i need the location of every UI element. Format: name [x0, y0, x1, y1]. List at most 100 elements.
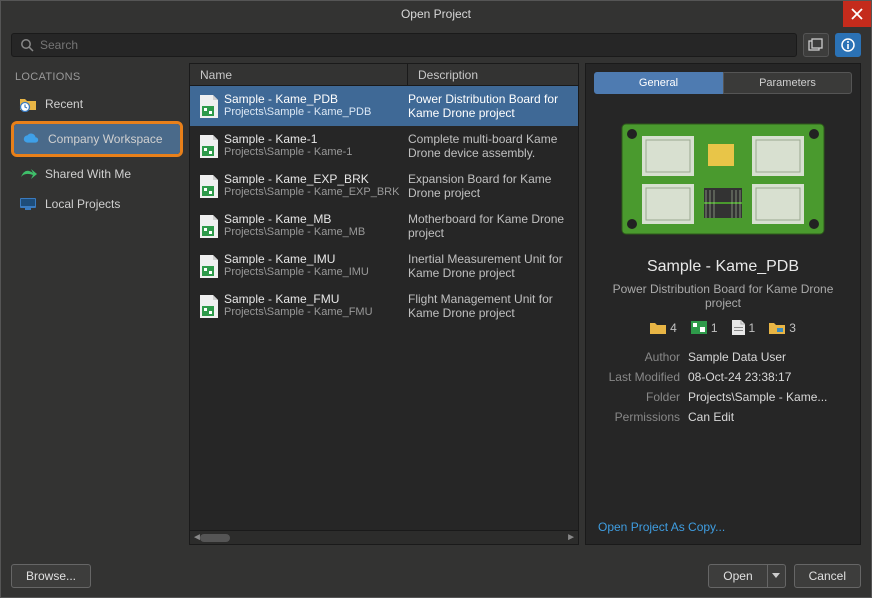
project-name-cell: Sample - Kame_PDBProjects\Sample - Kame_…	[224, 92, 408, 118]
location-label: Local Projects	[45, 197, 120, 211]
project-file-icon	[194, 92, 224, 120]
detail-title: Sample - Kame_PDB	[586, 258, 860, 276]
open-button-group: Open	[708, 564, 785, 588]
project-name-cell: Sample - Kame_MBProjects\Sample - Kame_M…	[224, 212, 408, 238]
location-local-projects[interactable]: Local Projects	[11, 189, 183, 219]
project-name: Sample - Kame-1	[224, 132, 400, 146]
meta-row: PermissionsCan Edit	[598, 407, 848, 427]
browse-button[interactable]: Browse...	[11, 564, 91, 588]
project-row[interactable]: Sample - Kame_MBProjects\Sample - Kame_M…	[190, 206, 578, 246]
location-shared-with-me[interactable]: Shared With Me	[11, 159, 183, 189]
meta-key: Last Modified	[598, 370, 688, 384]
open-dropdown-button[interactable]	[768, 564, 786, 588]
open-project-as-copy-link[interactable]: Open Project As Copy...	[598, 520, 725, 534]
open-as-copy-row: Open Project As Copy...	[586, 510, 860, 544]
close-icon	[851, 8, 863, 20]
project-list-panel: Name Description Sample - Kame_PDBProjec…	[189, 63, 579, 545]
search-box[interactable]	[11, 33, 797, 57]
stat-folder: 4	[650, 320, 677, 335]
tab-general[interactable]: General	[594, 72, 723, 94]
list-body: Sample - Kame_PDBProjects\Sample - Kame_…	[190, 86, 578, 530]
meta-value: Sample Data User	[688, 350, 848, 364]
project-row[interactable]: Sample - Kame_FMUProjects\Sample - Kame_…	[190, 286, 578, 326]
stat-pcb: 1	[691, 320, 718, 335]
location-label: Recent	[45, 97, 83, 111]
meta-row: AuthorSample Data User	[598, 347, 848, 367]
project-description: Power Distribution Board for Kame Drone …	[408, 92, 574, 120]
column-description[interactable]: Description	[408, 64, 578, 85]
project-name: Sample - Kame_MB	[224, 212, 400, 226]
project-description: Motherboard for Kame Drone project	[408, 212, 574, 240]
project-description: Expansion Board for Kame Drone project	[408, 172, 574, 200]
search-icon	[20, 38, 34, 52]
project-description: Complete multi-board Kame Drone device a…	[408, 132, 574, 160]
dialog-footer: Browse... Open Cancel	[1, 555, 871, 597]
project-name: Sample - Kame_IMU	[224, 252, 400, 266]
detail-meta: AuthorSample Data UserLast Modified08-Oc…	[586, 347, 860, 427]
monitor-icon	[19, 197, 37, 211]
meta-row: Last Modified08-Oct-24 23:38:17	[598, 367, 848, 387]
project-name-cell: Sample - Kame_EXP_BRKProjects\Sample - K…	[224, 172, 408, 198]
info-button[interactable]	[835, 33, 861, 57]
project-path: Projects\Sample - Kame_EXP_BRK	[224, 186, 400, 198]
project-path: Projects\Sample - Kame_FMU	[224, 306, 400, 318]
project-name: Sample - Kame_PDB	[224, 92, 400, 106]
meta-key: Folder	[598, 390, 688, 404]
project-name: Sample - Kame_FMU	[224, 292, 400, 306]
close-button[interactable]	[843, 1, 871, 27]
project-row[interactable]: Sample - Kame_EXP_BRKProjects\Sample - K…	[190, 166, 578, 206]
project-path: Projects\Sample - Kame_PDB	[224, 106, 400, 118]
stat-layers: 3	[769, 320, 796, 335]
location-recent[interactable]: Recent	[11, 89, 183, 119]
tab-parameters[interactable]: Parameters	[723, 72, 852, 94]
horizontal-scrollbar[interactable]: ◄ ►	[190, 530, 578, 544]
stat-doc: 1	[732, 320, 756, 335]
project-row[interactable]: Sample - Kame-1Projects\Sample - Kame-1C…	[190, 126, 578, 166]
search-input[interactable]	[40, 38, 788, 52]
project-file-icon	[194, 292, 224, 320]
detail-subtitle: Power Distribution Board for Kame Drone …	[586, 276, 860, 320]
search-row	[1, 27, 871, 63]
cloud-icon	[22, 132, 40, 146]
doc-icon	[732, 320, 745, 335]
project-path: Projects\Sample - Kame-1	[224, 146, 400, 158]
project-description: Flight Management Unit for Kame Drone pr…	[408, 292, 574, 320]
open-button[interactable]: Open	[708, 564, 767, 588]
project-name-cell: Sample - Kame_FMUProjects\Sample - Kame_…	[224, 292, 408, 318]
info-icon	[841, 38, 855, 52]
detail-stats: 4 1 1 3	[586, 320, 860, 347]
pcb-icon	[691, 321, 707, 334]
titlebar: Open Project	[1, 1, 871, 27]
cancel-button[interactable]: Cancel	[794, 564, 861, 588]
location-company-workspace[interactable]: Company Workspace	[14, 124, 180, 154]
scroll-thumb[interactable]	[200, 534, 230, 542]
chevron-down-icon	[772, 573, 780, 579]
location-label: Company Workspace	[48, 132, 163, 146]
share-arrow-icon	[19, 167, 37, 181]
pcb-preview-image	[618, 114, 828, 244]
location-label: Shared With Me	[45, 167, 131, 181]
project-file-icon	[194, 252, 224, 280]
column-name[interactable]: Name	[190, 64, 408, 85]
detail-panel: General Parameters	[585, 63, 861, 545]
project-name-cell: Sample - Kame_IMUProjects\Sample - Kame_…	[224, 252, 408, 278]
meta-key: Author	[598, 350, 688, 364]
locations-label: LOCATIONS	[11, 63, 183, 89]
project-file-icon	[194, 132, 224, 160]
multiwindow-button[interactable]	[803, 33, 829, 57]
meta-key: Permissions	[598, 410, 688, 424]
meta-value: Projects\Sample - Kame...	[688, 390, 848, 404]
folder-clock-icon	[19, 96, 37, 112]
project-row[interactable]: Sample - Kame_IMUProjects\Sample - Kame_…	[190, 246, 578, 286]
locations-panel: LOCATIONS Recent Company Workspace	[11, 63, 183, 545]
list-header: Name Description	[190, 64, 578, 86]
dialog-body: LOCATIONS Recent Company Workspace	[1, 63, 871, 555]
scroll-right-icon: ►	[566, 532, 576, 543]
layers-icon	[769, 321, 785, 334]
window-title: Open Project	[401, 7, 471, 21]
project-name-cell: Sample - Kame-1Projects\Sample - Kame-1	[224, 132, 408, 158]
board-preview	[586, 102, 860, 258]
location-highlight-frame: Company Workspace	[11, 121, 183, 157]
project-row[interactable]: Sample - Kame_PDBProjects\Sample - Kame_…	[190, 86, 578, 126]
open-project-dialog: Open Project LOCATIONS Recent	[0, 0, 872, 598]
